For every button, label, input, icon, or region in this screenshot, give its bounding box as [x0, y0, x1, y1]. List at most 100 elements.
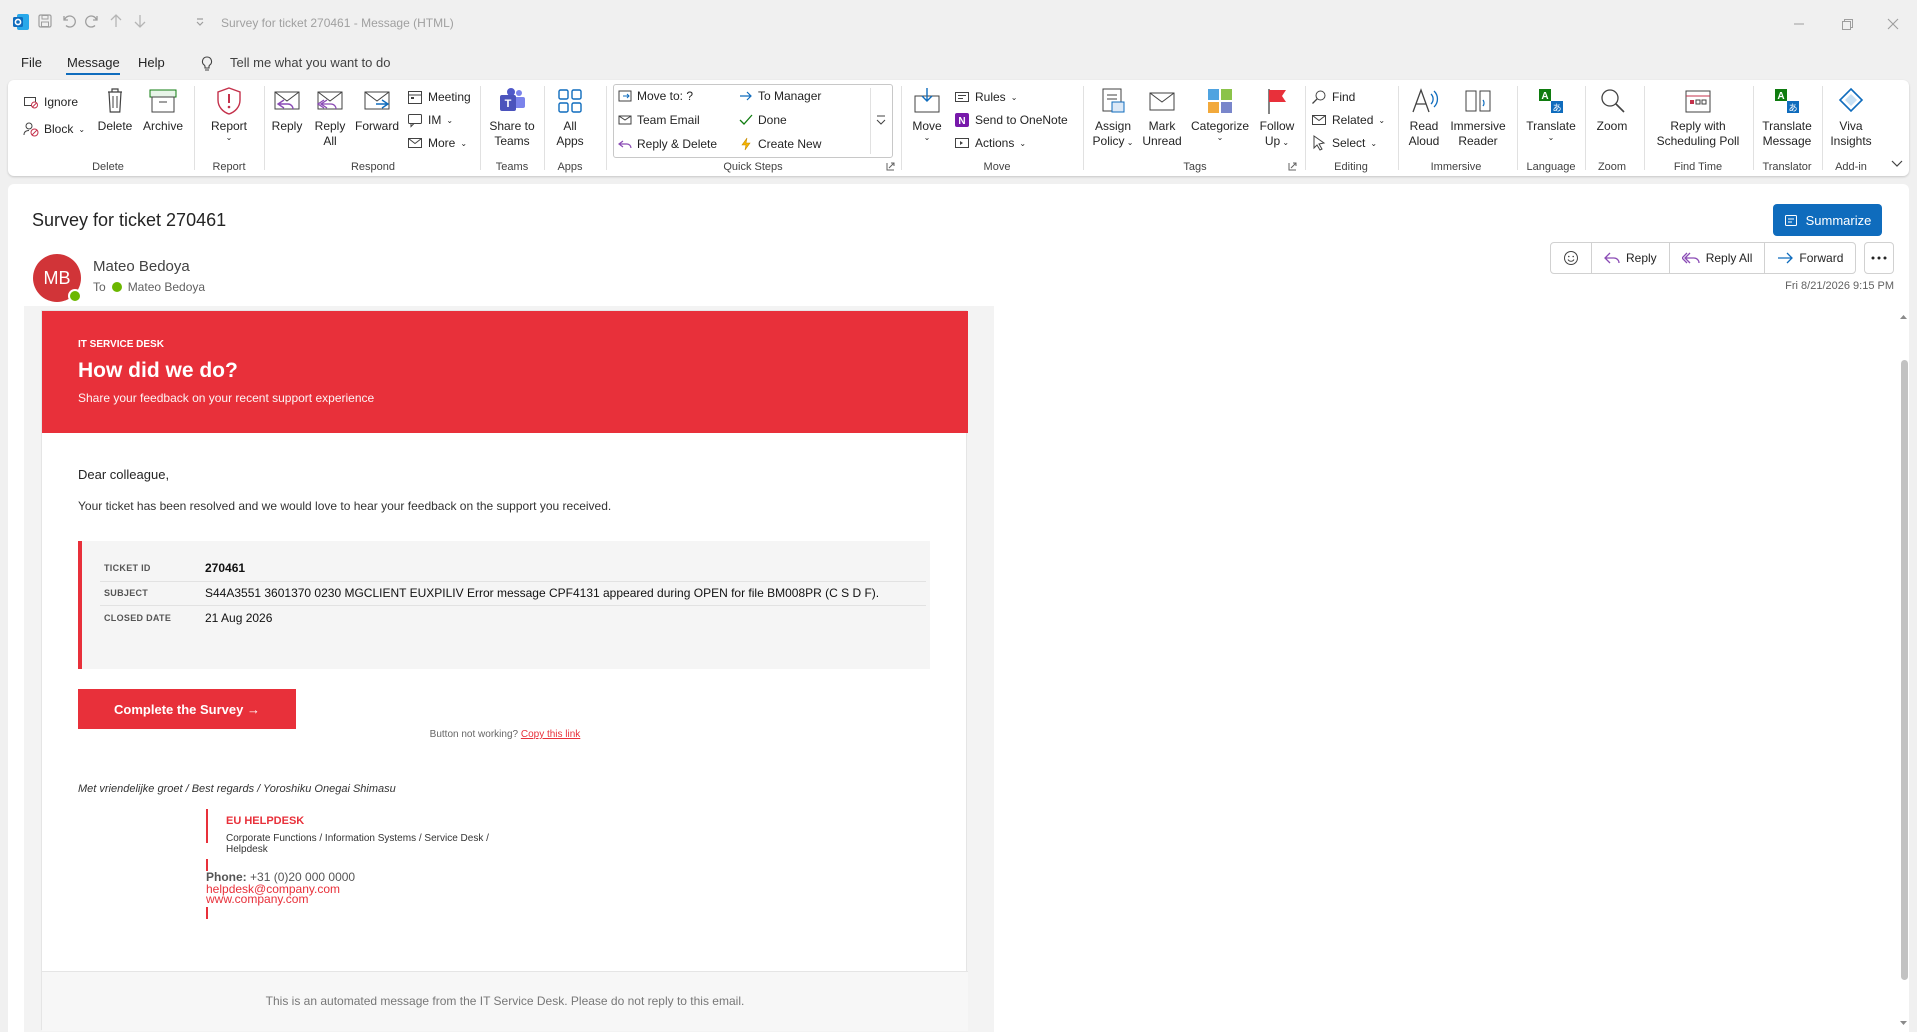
complete-survey-button[interactable]: Complete the Survey → — [78, 689, 296, 729]
tags-dialog-launcher-icon[interactable] — [1288, 162, 1297, 171]
assign-policy-button[interactable]: Assign Policy ⌄ — [1090, 86, 1136, 150]
message-body: IT SERVICE DESK How did we do? Share you… — [24, 306, 994, 1032]
customize-qat-icon[interactable] — [195, 13, 205, 29]
categorize-label: Categorize — [1190, 119, 1250, 133]
cursor-icon — [1313, 135, 1326, 151]
arrow-down-icon[interactable] — [133, 13, 147, 29]
report-button[interactable]: Report ⌄ — [200, 86, 258, 142]
send-to-onenote-button[interactable]: N Send to OneNote — [954, 112, 1068, 128]
ribbon-collapse-chevron-icon[interactable] — [1891, 158, 1903, 168]
reply-all-action-button[interactable]: Reply All — [1670, 243, 1766, 273]
undo-icon[interactable] — [61, 13, 77, 29]
group-separator — [1517, 86, 1518, 170]
redo-icon[interactable] — [84, 13, 100, 29]
vertical-scrollbar[interactable] — [1898, 308, 1909, 1032]
all-apps-button[interactable]: All Apps — [549, 86, 591, 149]
quick-step-reply-delete[interactable]: Reply & Delete — [618, 137, 717, 151]
tab-message[interactable]: Message — [67, 55, 120, 70]
share-to-teams-button[interactable]: T Share to Teams — [486, 86, 538, 149]
immersive-reader-button[interactable]: Immersive Reader — [1448, 86, 1508, 149]
reply-icon — [272, 86, 302, 116]
archive-button[interactable]: Archive — [139, 86, 187, 134]
trash-icon — [103, 86, 127, 116]
minimize-icon[interactable] — [1786, 11, 1812, 37]
rules-button[interactable]: Rules ⌄ — [954, 89, 1017, 105]
reply-all-icon — [315, 86, 345, 116]
block-button[interactable]: Block ⌄ — [23, 121, 85, 137]
translate-button[interactable]: Aあ Translate ⌄ — [1524, 86, 1578, 142]
divider — [100, 581, 926, 582]
tab-help[interactable]: Help — [138, 55, 165, 70]
select-button[interactable]: Select ⌄ — [1311, 135, 1377, 151]
window-title: Survey for ticket 270461 - Message (HTML… — [221, 16, 454, 30]
read-aloud-button[interactable]: Read Aloud — [1404, 86, 1444, 149]
reply-all-arrow-icon — [1681, 252, 1700, 264]
all-apps-label-2: Apps — [556, 134, 584, 148]
actions-button[interactable]: Actions ⌄ — [954, 135, 1026, 151]
reply-scheduling-poll-button[interactable]: Reply with Scheduling Poll — [1650, 86, 1746, 149]
forward-action-button[interactable]: Forward — [1765, 243, 1855, 273]
quick-step-done[interactable]: Done — [739, 113, 787, 127]
more-actions-button[interactable] — [1864, 242, 1894, 274]
quick-step-move-to[interactable]: Move to: ? — [618, 89, 693, 103]
quick-step-create-new[interactable]: Create New — [739, 137, 821, 151]
reply-button[interactable]: Reply — [268, 86, 306, 134]
restore-icon[interactable] — [1834, 11, 1860, 37]
reply-action-button[interactable]: Reply — [1592, 243, 1670, 273]
group-label-zoom: Zoom — [1597, 161, 1627, 173]
group-label-teams: Teams — [495, 161, 529, 173]
quick-step-team-email[interactable]: Team Email — [618, 113, 700, 127]
group-label-add-in: Add-in — [1835, 161, 1867, 173]
viva-insights-button[interactable]: Viva Insights — [1826, 86, 1876, 149]
website-link[interactable]: www.company.com — [206, 893, 308, 905]
reply-all-button[interactable]: Reply All — [310, 86, 350, 149]
sender-name[interactable]: Mateo Bedoya — [93, 258, 190, 275]
copy-link[interactable]: Copy this link — [521, 729, 580, 740]
mark-unread-button[interactable]: Mark Unread — [1140, 86, 1184, 149]
group-separator — [606, 86, 607, 170]
meeting-button[interactable]: Meeting — [407, 89, 471, 105]
related-button[interactable]: Related ⌄ — [1311, 112, 1385, 128]
im-button[interactable]: IM ⌄ — [407, 112, 453, 128]
emoji-reaction-button[interactable] — [1551, 243, 1592, 273]
quick-step-to-manager[interactable]: To Manager — [739, 89, 821, 103]
find-button[interactable]: Find — [1311, 89, 1355, 105]
zoom-button[interactable]: Zoom — [1592, 86, 1632, 134]
email-card: IT SERVICE DESK How did we do? Share you… — [41, 310, 968, 1031]
follow-up-button[interactable]: Follow Up ⌄ — [1256, 86, 1298, 150]
summarize-button[interactable]: Summarize — [1773, 204, 1882, 236]
arrow-up-icon[interactable] — [109, 13, 123, 29]
read-label-2: Aloud — [1408, 134, 1440, 148]
save-icon[interactable] — [37, 13, 53, 29]
ticket-subject-label: SUBJECT — [104, 588, 149, 598]
meeting-label: Meeting — [428, 90, 471, 104]
group-separator — [1753, 86, 1754, 170]
divider — [100, 605, 926, 606]
move-button[interactable]: Move ⌄ — [907, 86, 947, 142]
recipient-name[interactable]: Mateo Bedoya — [128, 280, 205, 294]
delete-button[interactable]: Delete — [96, 86, 134, 134]
categorize-button[interactable]: Categorize ⌄ — [1188, 86, 1252, 142]
tab-file[interactable]: File — [21, 55, 42, 70]
tell-me-search[interactable]: Tell me what you want to do — [230, 55, 390, 70]
translate-message-button[interactable]: Aあ Translate Message — [1758, 86, 1816, 149]
share-label-1: Share to — [489, 119, 535, 133]
group-label-quick-steps: Quick Steps — [723, 161, 783, 173]
translate-label: Translate — [1526, 119, 1576, 133]
summarize-icon — [1784, 215, 1797, 226]
quick-steps-dialog-launcher-icon[interactable] — [886, 162, 895, 171]
chat-icon — [408, 114, 422, 128]
quick-steps-expand-button[interactable] — [870, 88, 890, 154]
select-label: Select — [1332, 136, 1366, 150]
ignore-button[interactable]: Ignore — [23, 94, 78, 110]
move-label: Move — [912, 119, 942, 133]
forward-button[interactable]: Forward — [353, 86, 401, 134]
ticket-subject-value: S44A3551 3601370 0230 MGCLIENT EUXPILIV … — [205, 586, 880, 600]
calendar-icon — [408, 91, 422, 104]
ticket-details-box: TICKET ID 270461 SUBJECT S44A3551 360137… — [78, 541, 930, 669]
scrollbar-thumb[interactable] — [1901, 360, 1908, 980]
more-respond-button[interactable]: More ⌄ — [407, 135, 467, 151]
group-separator — [264, 86, 265, 170]
close-icon[interactable] — [1880, 11, 1906, 37]
greeting: Dear colleague, — [78, 467, 170, 482]
